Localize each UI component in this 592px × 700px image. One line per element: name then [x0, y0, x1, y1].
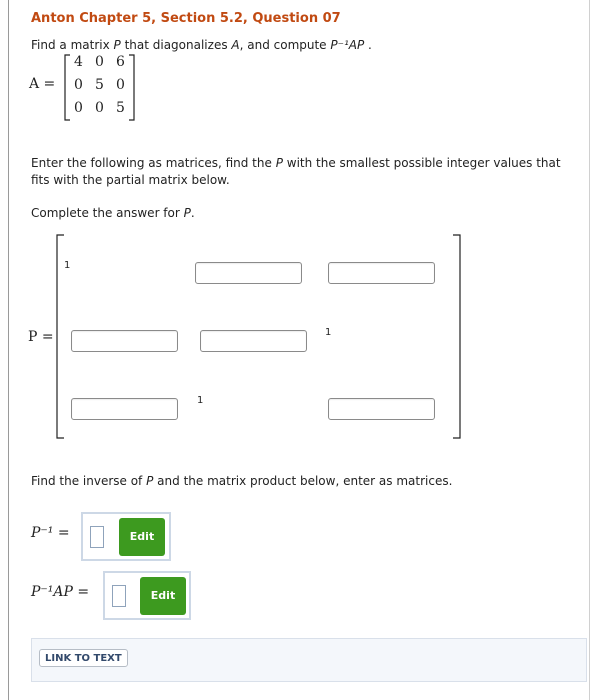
question-prompt: Find a matrix P that diagonalizes A, and…	[31, 38, 372, 52]
matrix-p-input-r2c2[interactable]	[200, 330, 307, 352]
product-edit-button[interactable]: Edit	[140, 577, 186, 615]
product-label: P⁻¹AP =	[31, 584, 90, 600]
matrix-a-label: A =	[29, 76, 56, 92]
matrix-a-cell: 0	[116, 77, 125, 93]
matrix-a-cell: 0	[95, 54, 104, 70]
matrix-a-cell: 6	[116, 54, 125, 70]
product-matrix-cell[interactable]	[112, 585, 126, 607]
matrix-p-cell-r3c2: 1	[197, 395, 204, 406]
matrix-p-input-r2c1[interactable]	[71, 330, 178, 352]
instructions-line-1: Enter the following as matrices, find th…	[31, 156, 561, 170]
matrix-a-cell: 0	[74, 100, 83, 116]
matrix-a-cell: 5	[116, 100, 125, 116]
matrix-p-cell-r1c1: 1	[64, 260, 71, 271]
matrix-a-cell: 0	[74, 77, 83, 93]
matrix-p-input-r1c2[interactable]	[195, 262, 302, 284]
matrix-a-cell: 5	[95, 77, 104, 93]
matrix-p-input-r1c3[interactable]	[328, 262, 435, 284]
inverse-instructions: Find the inverse of P and the matrix pro…	[31, 474, 453, 488]
matrix-a-cell: 4	[74, 54, 83, 70]
matrix-a-cell: 0	[95, 100, 104, 116]
question-title: Anton Chapter 5, Section 5.2, Question 0…	[31, 11, 341, 26]
p-inverse-edit-button[interactable]: Edit	[119, 518, 165, 556]
instructions-line-2: fits with the partial matrix below.	[31, 173, 230, 187]
p-inverse-label: P⁻¹ =	[31, 525, 70, 541]
p-inverse-matrix-cell[interactable]	[90, 526, 104, 548]
matrix-p-input-r3c1[interactable]	[71, 398, 178, 420]
complete-answer-label: Complete the answer for P.	[31, 206, 195, 220]
matrix-p-input-r3c3[interactable]	[328, 398, 435, 420]
matrix-p-cell-r2c3: 1	[325, 327, 332, 338]
matrix-p-label: P =	[28, 329, 54, 345]
link-to-text-button[interactable]: LINK TO TEXT	[39, 649, 128, 667]
